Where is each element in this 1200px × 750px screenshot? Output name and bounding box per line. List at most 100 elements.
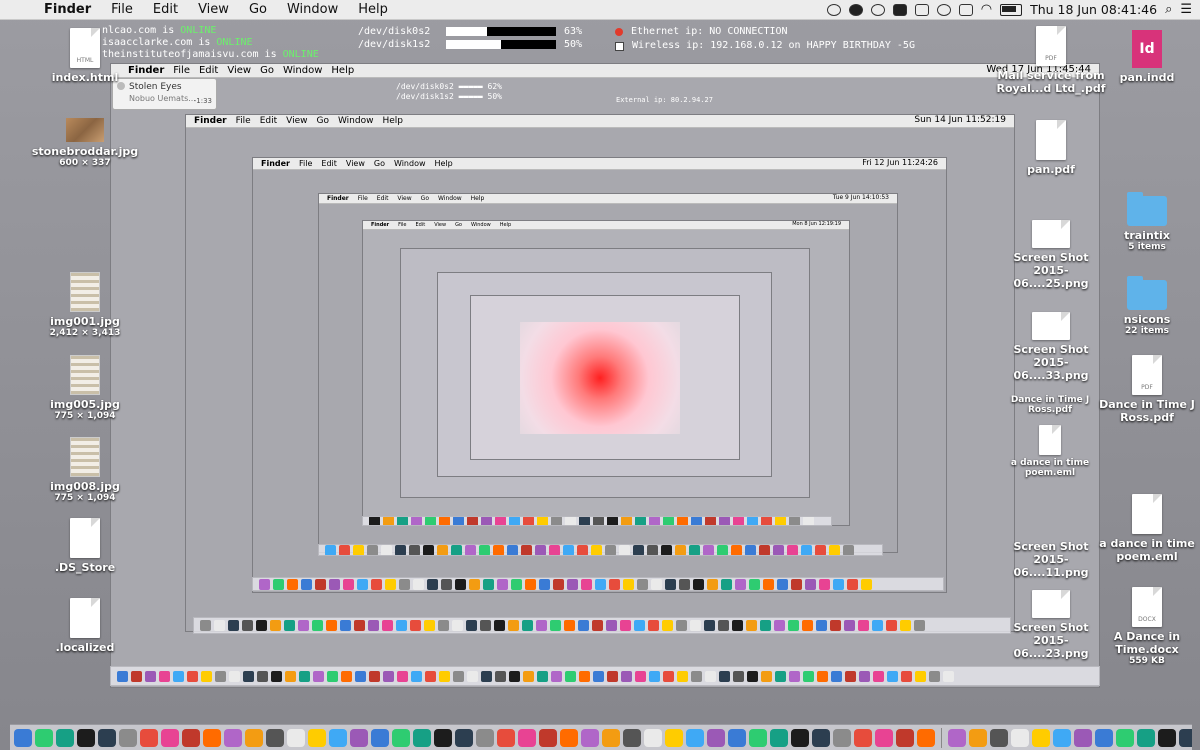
menu-view[interactable]: View: [188, 2, 239, 17]
dock-app-icon[interactable]: [1158, 728, 1176, 747]
desktop-file-index-html[interactable]: HTML index.html: [30, 28, 140, 84]
dock-app-icon[interactable]: [644, 728, 662, 747]
desktop-file-ds-store[interactable]: .DS_Store: [30, 518, 140, 574]
dock-app-icon[interactable]: [560, 728, 578, 747]
status-app-icon[interactable]: [870, 3, 885, 16]
dock-app-icon[interactable]: [518, 728, 536, 747]
desktop-file-dance-pdf-nested[interactable]: Dance in Time J Ross.pdf: [1000, 395, 1100, 415]
dock-app-icon[interactable]: [665, 728, 683, 747]
desktop-file-localized[interactable]: .localized: [30, 598, 140, 654]
dock-app-icon[interactable]: [119, 728, 137, 747]
status-app-icon[interactable]: [848, 3, 863, 16]
desktop-file-dance-docx[interactable]: DOCX A Dance in Time.docx 559 KB: [1092, 587, 1200, 666]
dock-app-icon[interactable]: [413, 728, 431, 747]
dock-app-icon[interactable]: [812, 728, 830, 747]
battery-icon[interactable]: [1000, 3, 1023, 16]
spotlight-search-icon[interactable]: ⌕: [1165, 2, 1172, 17]
dock-app-icon[interactable]: [686, 728, 704, 747]
dock-app-icon[interactable]: [990, 728, 1008, 747]
dock-app-icon[interactable]: [182, 728, 200, 747]
menu-help[interactable]: Help: [348, 2, 398, 17]
desktop-file-dance-eml[interactable]: a dance in time poem.eml: [1092, 494, 1200, 563]
dock-app-icon[interactable]: [917, 728, 935, 747]
dock-app-icon[interactable]: [434, 728, 452, 747]
dock-app-icon[interactable]: [969, 728, 987, 747]
dock-app-icon[interactable]: [308, 728, 326, 747]
dock-app-icon[interactable]: [1116, 728, 1134, 747]
dock-app-icon[interactable]: [581, 728, 599, 747]
host-state: ONLINE: [282, 49, 319, 60]
desktop-file-img001[interactable]: img001.jpg 2,412 × 3,413: [30, 272, 140, 338]
dock-app-icon[interactable]: [1179, 728, 1192, 747]
dock-app-icon[interactable]: [707, 728, 725, 747]
desktop-file-img008[interactable]: img008.jpg 775 × 1,094: [30, 437, 140, 503]
dock-app-icon[interactable]: [35, 728, 53, 747]
desktop-file-screenshot-25[interactable]: Screen Shot 2015-06....25.png: [996, 220, 1106, 290]
dock-app-icon[interactable]: [266, 728, 284, 747]
dock-app-icon[interactable]: [623, 728, 641, 747]
wifi-icon[interactable]: ◠: [981, 2, 992, 17]
desktop-file-dance-pdf[interactable]: PDF Dance in Time J Ross.pdf: [1092, 355, 1200, 424]
dock-app-icon[interactable]: [497, 728, 515, 747]
image-thumbnail-icon: [66, 118, 104, 142]
dock-app-icon[interactable]: [224, 728, 242, 747]
dock-app-icon[interactable]: [329, 728, 347, 747]
menu-go[interactable]: Go: [239, 2, 277, 17]
dock-app-icon[interactable]: [371, 728, 389, 747]
dock-app-icon[interactable]: [539, 728, 557, 747]
file-label: img001.jpg: [50, 315, 120, 328]
dock-app-icon[interactable]: [1137, 728, 1155, 747]
desktop-file-stonebroddar[interactable]: stonebroddar.jpg 600 × 337: [30, 118, 140, 168]
dock-app-icon[interactable]: [140, 728, 158, 747]
dock-app-icon[interactable]: [455, 728, 473, 747]
dock-app-icon[interactable]: [602, 728, 620, 747]
desktop-file-img005[interactable]: img005.jpg 775 × 1,094: [30, 355, 140, 421]
screen-icon[interactable]: [892, 3, 907, 16]
desktop-file-dance-eml-nested[interactable]: a dance in time poem.eml: [1000, 425, 1100, 478]
nested-dock-icon: [721, 578, 732, 590]
desktop-file-screenshot-33[interactable]: Screen Shot 2015-06....33.png: [996, 312, 1106, 382]
dock-app-icon[interactable]: [728, 728, 746, 747]
desktop-folder-traintix[interactable]: traintix 5 items: [1092, 192, 1200, 252]
dock-app-icon[interactable]: [245, 728, 263, 747]
desktop-file-pan-indd[interactable]: Id pan.indd: [1092, 30, 1200, 84]
dock-app-icon[interactable]: [56, 728, 74, 747]
dock-app-icon[interactable]: [287, 728, 305, 747]
menu-edit[interactable]: Edit: [143, 2, 188, 17]
dock-app-icon[interactable]: [791, 728, 809, 747]
dock-app-icon[interactable]: [896, 728, 914, 747]
menu-app-name[interactable]: Finder: [34, 2, 101, 17]
desktop-file-screenshot-11[interactable]: Screen Shot 2015-06....11.png: [996, 540, 1106, 579]
dock-app-icon[interactable]: [98, 728, 116, 747]
dock-app-icon[interactable]: [770, 728, 788, 747]
menu-clock[interactable]: Thu 18 Jun 08:41:46: [1030, 2, 1157, 17]
dock-app-icon[interactable]: [1095, 728, 1113, 747]
dock-app-icon[interactable]: [1011, 728, 1029, 747]
dock-app-icon[interactable]: [476, 728, 494, 747]
dock-app-icon[interactable]: [749, 728, 767, 747]
dock-app-icon[interactable]: [350, 728, 368, 747]
desktop-file-pan-pdf[interactable]: pan.pdf: [996, 120, 1106, 176]
dock-app-icon[interactable]: [161, 728, 179, 747]
notification-center-icon[interactable]: ☰: [1180, 2, 1192, 17]
dock-app-icon[interactable]: [203, 728, 221, 747]
desktop-file-screenshot-23[interactable]: Screen Shot 2015-06....23.png: [996, 590, 1106, 660]
dock-app-icon[interactable]: [1032, 728, 1050, 747]
dock-app-icon[interactable]: [77, 728, 95, 747]
menu-file[interactable]: File: [101, 2, 143, 17]
desktop-folder-nsicons[interactable]: nsicons 22 items: [1092, 276, 1200, 336]
dock-app-icon[interactable]: [875, 728, 893, 747]
desktop-file-mail-service[interactable]: PDF Mail service from Royal...d Ltd_.pdf: [996, 26, 1106, 95]
dock-app-icon[interactable]: [392, 728, 410, 747]
dock-app-icon[interactable]: [1074, 728, 1092, 747]
dock-app-icon[interactable]: [948, 728, 966, 747]
status-app-icon[interactable]: [826, 3, 841, 16]
dock-app-icon[interactable]: [833, 728, 851, 747]
dock-app-icon[interactable]: [14, 728, 32, 747]
dock-app-icon[interactable]: [854, 728, 872, 747]
menu-window[interactable]: Window: [277, 2, 348, 17]
dock-app-icon[interactable]: [1053, 728, 1071, 747]
time-machine-icon[interactable]: [936, 3, 951, 16]
window-icon[interactable]: [914, 3, 929, 16]
volume-icon[interactable]: [958, 3, 973, 16]
